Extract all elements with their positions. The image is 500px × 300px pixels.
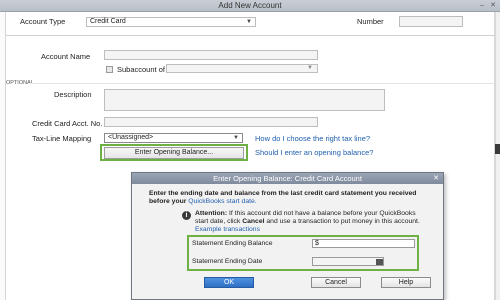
help-button[interactable]: Help [381,277,431,288]
attention-line2: start date, click Cancel and use a trans… [195,218,420,225]
account-type-value: Credit Card [90,18,126,25]
tax-line-label: Tax-Line Mapping [32,134,92,143]
chevron-down-icon: ▼ [246,19,252,25]
divider [30,83,495,84]
statement-balance-label: Statement Ending Balance [192,240,273,247]
info-icon: i [182,211,191,220]
chevron-down-icon: ▼ [233,135,239,141]
dialog-title-bar: Enter Opening Balance: Credit Card Accou… [132,173,443,184]
account-name-label: Account Name [41,52,91,61]
divider [5,35,495,36]
window-title: Add New Account [218,1,282,10]
account-type-label: Account Type [20,17,66,26]
dialog-intro-line1: Enter the ending date and balance from t… [149,190,417,197]
subaccount-select[interactable]: ▼ [166,64,318,73]
account-name-input[interactable] [104,50,318,60]
enter-opening-balance-button[interactable]: Enter Opening Balance... [104,147,244,159]
subaccount-label: Subaccount of [117,65,165,74]
close-icon[interactable]: ✕ [433,174,439,182]
ok-button[interactable]: OK [204,277,254,288]
card-account-number-label: Credit Card Acct. No. [32,119,103,128]
subaccount-checkbox[interactable] [106,66,113,73]
number-label: Number [357,17,384,26]
opening-balance-dialog: Enter Opening Balance: Credit Card Accou… [131,172,444,300]
dialog-intro-line2: before your QuickBooks start date. [149,198,257,205]
number-input[interactable] [399,16,463,27]
dialog-title: Enter Opening Balance: Credit Card Accou… [213,174,362,183]
minimize-button[interactable]: – [478,2,486,10]
scrollbar[interactable] [495,12,500,300]
description-label: Description [54,90,92,99]
statement-date-input[interactable] [312,257,384,266]
statement-date-label: Statement Ending Date [192,258,263,265]
statement-balance-input[interactable]: $ [312,239,415,248]
quickbooks-start-date-link[interactable]: QuickBooks start date. [188,198,256,205]
scroll-thumb[interactable] [495,144,500,154]
account-type-select[interactable]: Credit Card ▼ [86,17,256,27]
tax-line-select[interactable]: <Unassigned> ▼ [104,133,243,143]
description-input[interactable] [104,89,385,111]
opening-balance-help-link[interactable]: Should I enter an opening balance? [255,148,373,157]
cancel-button[interactable]: Cancel [311,277,361,288]
title-bar: Add New Account – ✕ [0,0,500,12]
chevron-down-icon: ▼ [307,65,313,71]
attention-line1: Attention: If this account did not have … [195,210,416,217]
calendar-icon[interactable] [376,259,383,265]
tax-line-help-link[interactable]: How do I choose the right tax line? [255,134,370,143]
close-button[interactable]: ✕ [489,2,497,10]
card-account-number-input[interactable] [104,117,318,127]
tax-line-value: <Unassigned> [108,134,154,141]
example-transactions-link[interactable]: Example transactions [195,226,260,233]
